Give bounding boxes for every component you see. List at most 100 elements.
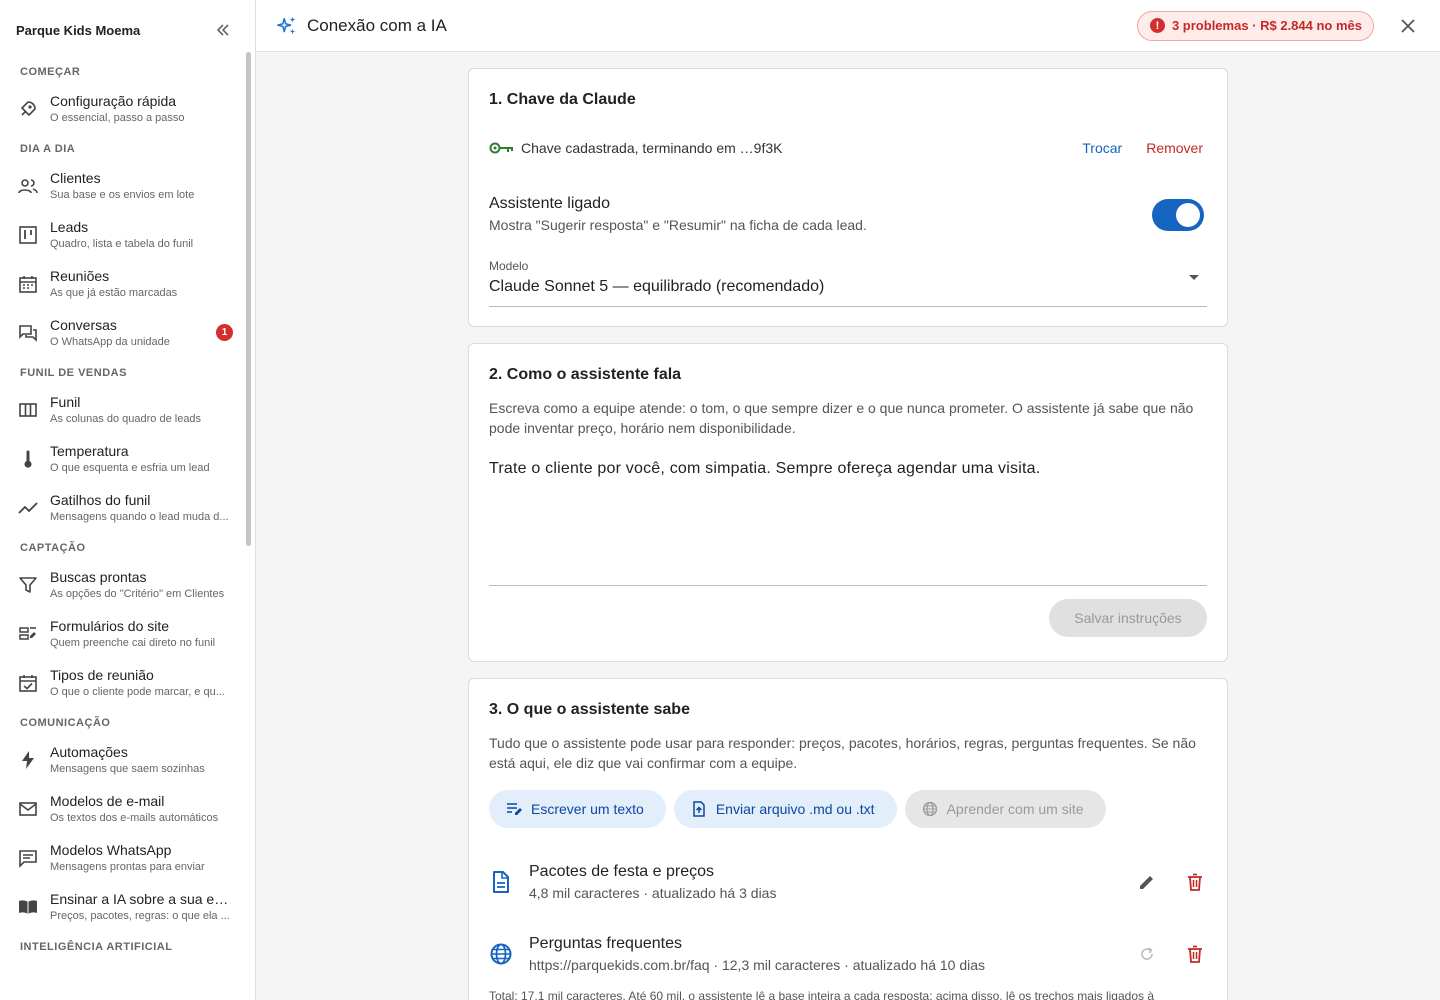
learn-from-site-button[interactable]: Aprender com um site	[904, 790, 1106, 828]
knowledge-item-meta: https://parquekids.com.br/faq · 12,3 mil…	[529, 957, 986, 973]
sidebar-item[interactable]: Clientes Sua base e os envios em lote	[0, 161, 255, 210]
sidebar-item[interactable]: Modelos WhatsApp Mensagens prontas para e…	[0, 833, 255, 882]
sidebar-section: COMUNICAÇÃO Automações Mensagens que saem …	[0, 711, 255, 931]
sidebar-item[interactable]: Temperatura O que esquenta e esfria um le…	[0, 434, 255, 483]
instructions-textarea[interactable]: Trate o cliente por você, com simpatia. …	[489, 452, 1207, 586]
upload-file-icon	[690, 800, 708, 818]
sparkle-icon	[276, 15, 298, 37]
sidebar-item-subtitle: Sua base e os envios em lote	[50, 189, 195, 201]
book-icon	[18, 897, 38, 917]
sidebar-item[interactable]: Buscas prontas As opções do "Critério" em…	[0, 560, 255, 609]
sidebar-item[interactable]: Conversas O WhatsApp da unidade 1	[0, 308, 255, 357]
upload-file-button[interactable]: Enviar arquivo .md ou .txt	[673, 790, 897, 828]
sidebar-item-label: Configuração rápida	[50, 93, 177, 109]
sidebar-item[interactable]: Gatilhos do funil Mensagens quando o lead…	[0, 483, 255, 532]
board-icon	[18, 225, 38, 245]
sidebar-item-text: Reuniões As que já estão marcadas	[50, 268, 235, 299]
knowledge-item-title: Pacotes de festa e preços	[529, 863, 714, 880]
sidebar-item-text: Tipos de reunião O que o cliente pode mar…	[50, 667, 235, 698]
sidebar-item-label: Conversas	[50, 317, 117, 333]
sidebar-item-text: Conversas O WhatsApp da unidade	[50, 317, 235, 348]
swap-key-button[interactable]: Trocar	[1082, 140, 1122, 156]
sidebar-section: INTELIGÊNCIA ARTIFICIAL	[0, 935, 255, 959]
sidebar-item[interactable]: Configuração rápida O essencial, passo a …	[0, 84, 255, 133]
problems-text: 3 problemas · R$ 2.844 no mês	[1171, 18, 1362, 33]
claude-key-card: 1. Chave da Claude Chave cadastrada, ter…	[468, 68, 1228, 327]
delete-icon[interactable]	[1183, 942, 1207, 966]
sidebar-item-subtitle: O que esquenta e esfria um lead	[50, 462, 210, 474]
save-instructions-button[interactable]: Salvar instruções	[1049, 599, 1207, 637]
people-icon	[18, 176, 38, 196]
model-select[interactable]: Modelo Claude Sonnet 5 — equilibrado (re…	[489, 259, 1207, 307]
edit-icon[interactable]	[1135, 870, 1159, 894]
sidebar-item[interactable]: Reuniões As que já estão marcadas	[0, 259, 255, 308]
sidebar-item-label: Modelos WhatsApp	[50, 842, 172, 858]
sidebar-item-text: Automações Mensagens que saem sozinhas	[50, 744, 235, 775]
sidebar-item[interactable]: Leads Quadro, lista e tabela do funil	[0, 210, 255, 259]
sidebar-item-subtitle: Preços, pacotes, regras: o que ela ...	[50, 910, 230, 922]
close-icon[interactable]	[1396, 14, 1420, 38]
knowledge-footnote: Total: 17,1 mil caracteres. Até 60 mil, …	[489, 989, 1154, 1000]
remove-key-button[interactable]: Remover	[1146, 140, 1203, 156]
card-description: Escreva como a equipe atende: o tom, o q…	[489, 400, 1194, 436]
sidebar-item-label: Funil	[50, 394, 81, 410]
key-row: Chave cadastrada, terminando em …9f3K Tr…	[489, 137, 1207, 159]
sidebar-item-subtitle: As opções do "Critério" em Clientes	[50, 588, 225, 600]
sidebar-item-text: Modelos WhatsApp Mensagens prontas para e…	[50, 842, 235, 873]
toggle-knob	[1176, 203, 1200, 227]
write-text-button[interactable]: Escrever um texto	[489, 790, 666, 828]
knowledge-item-text: Pacotes de festa e preços 4,8 mil caract…	[529, 863, 1111, 901]
columns-icon	[18, 400, 38, 420]
sidebar-item[interactable]: Tipos de reunião O que o cliente pode mar…	[0, 658, 255, 707]
sidebar-item-label: Tipos de reunião	[50, 667, 154, 683]
sidebar-item[interactable]: Funil As colunas do quadro de leads	[0, 385, 255, 434]
sidebar-item[interactable]: Formulários do site Quem preenche cai dir…	[0, 609, 255, 658]
sidebar-item-text: Ensinar a IA sobre a sua em... Preços, pa…	[50, 891, 235, 922]
sidebar-section-label: COMEÇAR	[20, 66, 81, 78]
unread-badge: 1	[216, 324, 233, 341]
dropdown-arrow-icon	[1189, 275, 1199, 280]
top-bar: Conexão com a IA ! 3 problemas · R$ 2.84…	[256, 0, 1440, 52]
sidebar-item-subtitle: Os textos dos e-mails automáticos	[50, 812, 219, 824]
globe-icon	[489, 942, 513, 966]
sidebar-item-label: Automações	[50, 744, 128, 760]
learn-from-site-label: Aprender com um site	[946, 801, 1084, 817]
sidebar-item-text: Modelos de e-mail Os textos dos e-mails a…	[50, 793, 235, 824]
sidebar-section-label: INTELIGÊNCIA ARTIFICIAL	[20, 941, 173, 953]
sidebar-section-label: CAPTAÇÃO	[20, 542, 86, 554]
sidebar-section: FUNIL DE VENDAS Funil As colunas do quadro…	[0, 361, 255, 532]
sidebar-item-subtitle: Quem preenche cai direto no funil	[50, 637, 216, 649]
sidebar-item-subtitle: Quadro, lista e tabela do funil	[50, 238, 194, 250]
write-text-label: Escrever um texto	[531, 801, 644, 817]
rocket-icon	[18, 99, 38, 119]
sidebar-item-text: Temperatura O que esquenta e esfria um le…	[50, 443, 235, 474]
page-title: Conexão com a IA	[307, 15, 447, 35]
assistant-toggle-row: Assistente ligado Mostra "Sugerir respos…	[489, 195, 1207, 233]
key-icon	[489, 140, 515, 156]
sidebar-item-label: Gatilhos do funil	[50, 492, 151, 508]
assistant-toggle-switch[interactable]	[1152, 199, 1204, 231]
assistant-voice-card: 2. Como o assistente fala Escreva como a…	[468, 343, 1228, 662]
sidebar-item-text: Formulários do site Quem preenche cai dir…	[50, 618, 235, 649]
sidebar-item-subtitle: O WhatsApp da unidade	[50, 336, 170, 348]
refresh-icon[interactable]	[1135, 942, 1159, 966]
filter-icon	[18, 575, 38, 595]
sidebar-item-label: Reuniões	[50, 268, 110, 284]
bolt-icon	[18, 750, 38, 770]
sidebar-item-label: Temperatura	[50, 443, 129, 459]
sidebar-item[interactable]: Modelos de e-mail Os textos dos e-mails a…	[0, 784, 255, 833]
card-title: 3. O que o assistente sabe	[489, 701, 690, 718]
problems-badge[interactable]: ! 3 problemas · R$ 2.844 no mês	[1136, 10, 1374, 41]
collapse-sidebar-icon[interactable]	[211, 18, 235, 42]
delete-icon[interactable]	[1183, 870, 1207, 894]
sidebar-item-subtitle: Mensagens quando o lead muda d...	[50, 511, 229, 523]
sidebar-item-text: Funil As colunas do quadro de leads	[50, 394, 235, 425]
mail-icon	[18, 799, 38, 819]
sidebar: Parque Kids Moema COMEÇAR Configuração rá…	[0, 0, 256, 1000]
toggle-description: Mostra "Sugerir resposta" e "Resumir" na…	[489, 217, 867, 233]
sidebar-item[interactable]: Ensinar a IA sobre a sua em... Preços, pa…	[0, 882, 255, 931]
sidebar-item[interactable]: Automações Mensagens que saem sozinhas	[0, 735, 255, 784]
model-label: Modelo	[489, 259, 529, 273]
chat-icon	[18, 323, 38, 343]
sidebar-item-text: Gatilhos do funil Mensagens quando o lead…	[50, 492, 235, 523]
